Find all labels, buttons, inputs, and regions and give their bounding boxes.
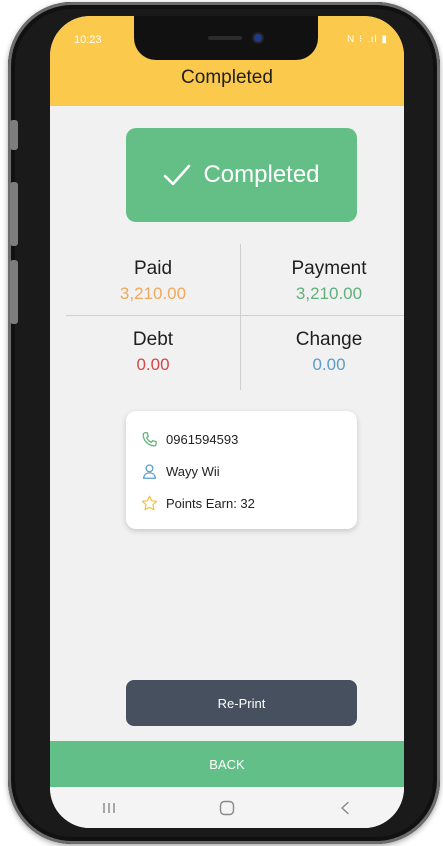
user-icon [142, 463, 157, 479]
front-camera-icon [254, 34, 262, 42]
nav-back[interactable] [325, 794, 365, 822]
camera-notch [134, 16, 318, 60]
paid-value: 3,210.00 [119, 284, 187, 303]
status-time: 10:23 [74, 34, 102, 46]
side-button-power [10, 120, 18, 150]
customer-phone: 0961594593 [166, 431, 239, 447]
nav-recents[interactable] [89, 794, 129, 822]
home-icon [219, 800, 235, 815]
customer-points: Points Earn: 32 [166, 495, 255, 511]
side-button-volume-up [10, 182, 18, 246]
side-button-volume-down [10, 260, 18, 324]
speaker-grille [208, 36, 242, 40]
completed-banner: Completed [126, 128, 357, 222]
recents-icon [103, 802, 115, 813]
summary-divider-horizontal [66, 315, 404, 316]
app-screen: 10:23 N ⁝ .ıl ▮ Completed Completed Paid… [50, 16, 404, 828]
back-icon [341, 801, 349, 814]
payment-label: Payment [291, 258, 367, 279]
customer-points-row: Points Earn: 32 [140, 487, 343, 519]
customer-name: Wayy Wii [166, 463, 220, 479]
paid-label: Paid [133, 258, 173, 279]
android-nav-bar [50, 787, 404, 828]
phone-frame: 10:23 N ⁝ .ıl ▮ Completed Completed Paid… [8, 2, 440, 844]
summary-change: Change 0.00 [242, 329, 404, 375]
summary-paid: Paid 3,210.00 [66, 258, 240, 304]
nav-home[interactable] [207, 794, 247, 822]
phone-icon [142, 431, 157, 446]
header: 10:23 N ⁝ .ıl ▮ Completed [50, 16, 404, 106]
customer-card: 0961594593 Wayy Wii Points Earn: 32 [126, 411, 357, 529]
star-icon [141, 495, 158, 510]
customer-phone-row: 0961594593 [140, 423, 343, 455]
status-icons: N ⁝ .ıl ▮ [346, 34, 388, 45]
summary-debt: Debt 0.00 [66, 329, 240, 375]
check-icon [164, 164, 191, 186]
page-title: Completed [181, 67, 273, 88]
change-label: Change [295, 329, 363, 350]
reprint-button[interactable]: Re-Print [126, 680, 357, 726]
debt-label: Debt [132, 329, 174, 350]
summary-payment: Payment 3,210.00 [242, 258, 404, 304]
summary-divider-vertical [240, 244, 241, 390]
payment-summary: Paid 3,210.00 Payment 3,210.00 Debt 0.00… [66, 244, 404, 392]
debt-value: 0.00 [136, 355, 170, 374]
payment-value: 3,210.00 [295, 284, 363, 303]
customer-name-row: Wayy Wii [140, 455, 343, 487]
back-button[interactable]: BACK [50, 741, 404, 787]
change-value: 0.00 [312, 355, 346, 374]
banner-label: Completed [203, 161, 320, 188]
